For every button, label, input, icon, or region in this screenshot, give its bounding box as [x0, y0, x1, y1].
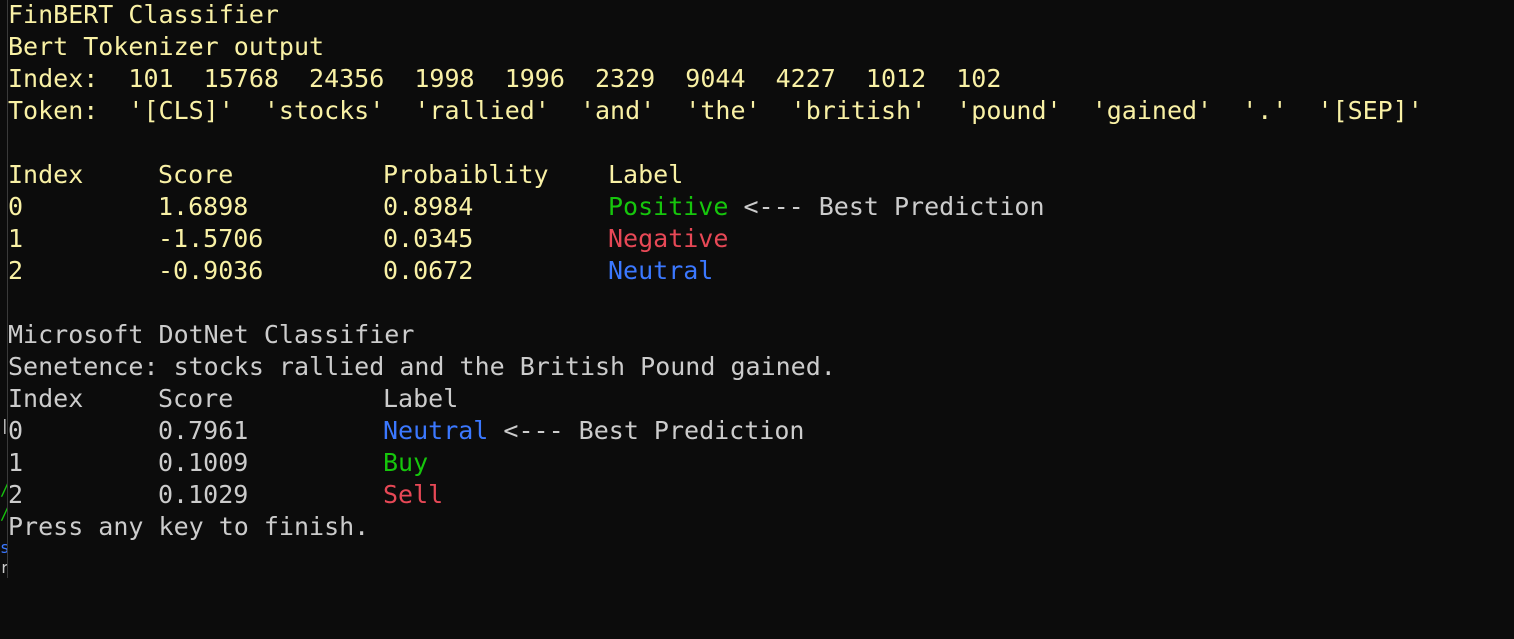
- header-label: Label: [608, 160, 684, 189]
- row-index: 2: [8, 256, 24, 285]
- row-score: 0.7961: [158, 416, 249, 445]
- label-positive: Positive: [608, 192, 729, 221]
- row-label-cell: Positive <--- Best Prediction: [608, 191, 1045, 223]
- row-index: 2: [8, 480, 24, 509]
- row-label-cell: Neutral <--- Best Prediction: [383, 415, 804, 447]
- dotnet-title: Microsoft DotNet Classifier: [8, 320, 415, 349]
- header-probability: Probaiblity: [383, 160, 549, 189]
- best-prediction-marker: <--- Best Prediction: [488, 416, 805, 445]
- best-prediction-marker: <--- Best Prediction: [728, 192, 1045, 221]
- row-index: 1: [8, 224, 24, 253]
- row-score: 0.1029: [158, 480, 249, 509]
- dotnet-table-header: Index Score Label: [8, 383, 1208, 415]
- header-score: Score: [158, 384, 234, 413]
- background-window-edge: | / / s r: [0, 0, 8, 578]
- tokenizer-header: Bert Tokenizer output: [8, 32, 325, 61]
- row-index: 0: [8, 416, 24, 445]
- dotnet-sentence: Senetence: stocks rallied and the Britis…: [8, 352, 836, 381]
- table-row: 1 0.1009 Buy: [8, 447, 1208, 479]
- table-row: 0 1.6898 0.8984 Positive <--- Best Predi…: [8, 191, 1208, 223]
- table-row: 2 0.1029 Sell: [8, 479, 1208, 511]
- row-index: 0: [8, 192, 24, 221]
- row-score: 0.1009: [158, 448, 249, 477]
- table-row: 1 -1.5706 0.0345 Negative: [8, 223, 1208, 255]
- table-row: 0 0.7961 Neutral <--- Best Prediction: [8, 415, 1208, 447]
- header-index: Index: [8, 384, 84, 413]
- row-index: 1: [8, 448, 24, 477]
- header-index: Index: [8, 160, 84, 189]
- row-probability: 0.8984: [383, 192, 474, 221]
- label-negative: Negative: [608, 224, 729, 253]
- token-index-line: Index: 101 15768 24356 1998 1996 2329 90…: [8, 64, 1002, 93]
- row-probability: 0.0345: [383, 224, 474, 253]
- label-neutral: Neutral: [608, 256, 714, 285]
- console-window[interactable]: | / / s r FinBERT Classifier Bert Tokeni…: [0, 0, 1514, 578]
- label-buy: Buy: [383, 448, 429, 477]
- label-neutral: Neutral: [383, 416, 489, 445]
- finbert-title: FinBERT Classifier: [8, 0, 279, 29]
- table-row: 2 -0.9036 0.0672 Neutral: [8, 255, 1208, 287]
- row-score: 1.6898: [158, 192, 249, 221]
- label-sell: Sell: [383, 480, 444, 509]
- header-score: Score: [158, 160, 234, 189]
- header-label: Label: [383, 384, 459, 413]
- press-key-prompt: Press any key to finish.: [8, 512, 370, 541]
- row-score: -0.9036: [158, 256, 264, 285]
- row-probability: 0.0672: [383, 256, 474, 285]
- row-score: -1.5706: [158, 224, 264, 253]
- token-text-line: Token: '[CLS]' 'stocks' 'rallied' 'and' …: [8, 96, 1423, 125]
- finbert-table-header: Index Score Probaiblity Label: [8, 159, 1208, 191]
